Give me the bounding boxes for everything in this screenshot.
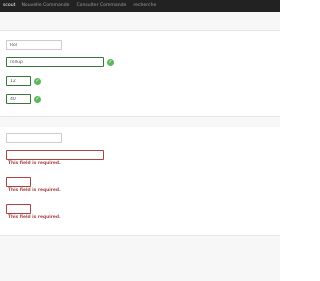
section-divider-band bbox=[0, 116, 280, 127]
footer-band bbox=[0, 235, 280, 281]
description-field[interactable] bbox=[6, 150, 104, 160]
top-navbar: scout Nouvelle Commande Consulter Comman… bbox=[0, 0, 280, 12]
name-field[interactable] bbox=[6, 133, 62, 143]
valid-name-field[interactable] bbox=[6, 40, 62, 50]
nav-item-consulter-commande[interactable]: Consulter Commande bbox=[74, 0, 131, 12]
brand-link[interactable]: scout bbox=[0, 0, 21, 12]
checkmark-icon: ✓ bbox=[34, 95, 41, 103]
price-field[interactable] bbox=[6, 204, 31, 214]
error-message: This field is required. bbox=[8, 215, 61, 220]
valid-description-field[interactable] bbox=[6, 57, 104, 67]
valid-quantity-field[interactable] bbox=[6, 76, 31, 86]
error-message: This field is required. bbox=[8, 188, 61, 193]
valid-price-field[interactable] bbox=[6, 94, 31, 104]
checkmark-icon: ✓ bbox=[34, 77, 41, 85]
nav-item-nouvelle-commande[interactable]: Nouvelle Commande bbox=[21, 0, 74, 12]
error-message: This field is required. bbox=[8, 161, 61, 166]
checkmark-icon: ✓ bbox=[107, 58, 114, 66]
nav-item-recherche[interactable]: recherche bbox=[131, 0, 161, 12]
quantity-field[interactable] bbox=[6, 177, 31, 187]
header-band bbox=[0, 12, 280, 31]
